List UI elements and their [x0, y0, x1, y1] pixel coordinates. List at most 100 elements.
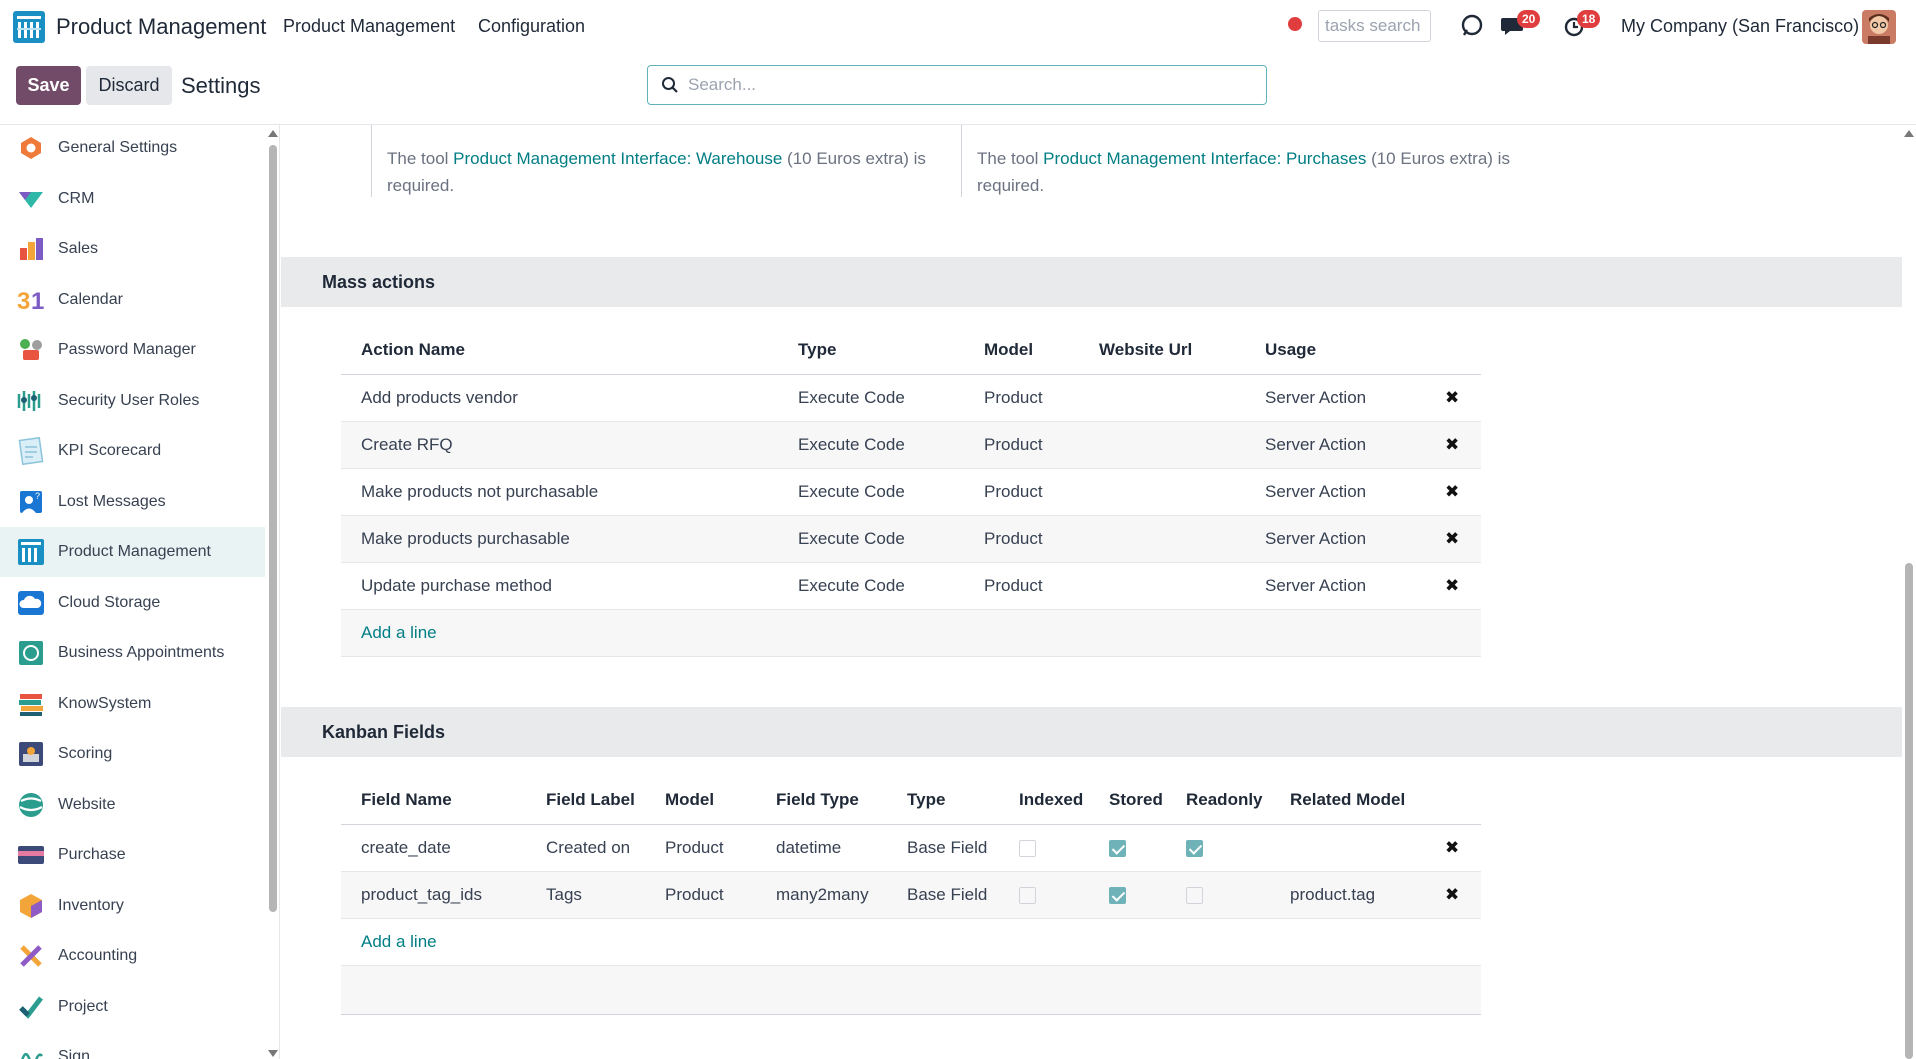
- action-name-cell[interactable]: Make products not purchasable: [341, 468, 778, 516]
- sidebar-item-security-user-roles[interactable]: Security User Roles: [0, 376, 265, 426]
- action-name-cell[interactable]: Update purchase method: [341, 562, 778, 610]
- field-label-cell[interactable]: Created on: [526, 824, 645, 872]
- action-model-cell[interactable]: Product: [964, 562, 1079, 610]
- action-type-cell[interactable]: Execute Code: [778, 562, 964, 610]
- sidebar-item-calendar[interactable]: 3 1 Calendar: [0, 275, 265, 325]
- sidebar-item-cloud-storage[interactable]: Cloud Storage: [0, 578, 265, 628]
- delete-row-icon[interactable]: ✖: [1445, 529, 1459, 548]
- sidebar-item-kpi-scorecard[interactable]: KPI Scorecard: [0, 426, 265, 476]
- action-model-cell[interactable]: Product: [964, 515, 1079, 563]
- stored-checkbox[interactable]: [1109, 886, 1126, 904]
- scroll-down-arrow-icon[interactable]: [268, 1050, 278, 1057]
- company-switcher[interactable]: My Company (San Francisco): [1621, 16, 1859, 37]
- scroll-up-arrow-icon[interactable]: [268, 130, 278, 137]
- add-line-link[interactable]: Add a line: [361, 932, 437, 951]
- usage-cell[interactable]: Server Action: [1245, 515, 1425, 563]
- column-header[interactable]: Type: [778, 326, 964, 375]
- column-header[interactable]: Model: [964, 326, 1079, 375]
- sidebar-item-product-management[interactable]: Product Management: [0, 527, 265, 577]
- table-row[interactable]: Update purchase method Execute Code Produc…: [341, 562, 1481, 610]
- indexed-checkbox[interactable]: [1019, 839, 1036, 857]
- usage-cell[interactable]: Server Action: [1245, 468, 1425, 516]
- field-name-cell[interactable]: create_date: [341, 824, 526, 872]
- website-url-cell[interactable]: [1079, 468, 1245, 516]
- table-row[interactable]: create_date Created on Product datetime Base…: [341, 824, 1481, 872]
- stored-checkbox[interactable]: [1109, 839, 1126, 857]
- action-type-cell[interactable]: Execute Code: [778, 515, 964, 563]
- save-button[interactable]: Save: [16, 66, 81, 105]
- search-input[interactable]: [688, 72, 1248, 98]
- sidebar-item-project[interactable]: Project: [0, 982, 265, 1032]
- sidebar-scroll-thumb[interactable]: [269, 145, 277, 912]
- scroll-up-arrow-icon[interactable]: [1904, 130, 1914, 137]
- product-management-app-icon[interactable]: [12, 10, 46, 44]
- action-model-cell[interactable]: Product: [964, 374, 1079, 422]
- action-type-cell[interactable]: Execute Code: [778, 468, 964, 516]
- add-line-link[interactable]: Add a line: [361, 623, 437, 642]
- purchases-interface-link[interactable]: Product Management Interface: Purchases: [1043, 149, 1366, 168]
- column-header[interactable]: Field Name: [341, 776, 526, 825]
- action-model-cell[interactable]: Product: [964, 421, 1079, 469]
- sidebar-item-lost-messages[interactable]: ? Lost Messages: [0, 477, 265, 527]
- usage-cell[interactable]: Server Action: [1245, 421, 1425, 469]
- sidebar-item-password-manager[interactable]: Password Manager: [0, 325, 265, 375]
- sidebar-item-general-settings[interactable]: General Settings: [0, 125, 265, 173]
- action-name-cell[interactable]: Add products vendor: [341, 374, 778, 422]
- column-header[interactable]: Field Label: [526, 776, 645, 825]
- related-model-cell[interactable]: product.tag: [1270, 871, 1425, 919]
- column-header[interactable]: Website Url: [1079, 326, 1245, 375]
- sidebar-item-purchase[interactable]: Purchase: [0, 830, 265, 880]
- delete-row-icon[interactable]: ✖: [1445, 885, 1459, 904]
- column-header[interactable]: Type: [887, 776, 999, 825]
- sidebar-item-sign[interactable]: Sign: [0, 1032, 265, 1059]
- usage-cell[interactable]: Server Action: [1245, 374, 1425, 422]
- table-row[interactable]: Make products not purchasable Execute Cod…: [341, 468, 1481, 516]
- readonly-checkbox[interactable]: [1186, 886, 1203, 904]
- field-type-cell[interactable]: datetime: [756, 824, 887, 872]
- column-header[interactable]: Indexed: [999, 776, 1089, 825]
- action-model-cell[interactable]: Product: [964, 468, 1079, 516]
- related-model-cell[interactable]: [1270, 824, 1425, 872]
- website-url-cell[interactable]: [1079, 562, 1245, 610]
- type-cell[interactable]: Base Field: [887, 871, 999, 919]
- usage-cell[interactable]: Server Action: [1245, 562, 1425, 610]
- website-url-cell[interactable]: [1079, 515, 1245, 563]
- sidebar-item-website[interactable]: Website: [0, 780, 265, 830]
- action-type-cell[interactable]: Execute Code: [778, 421, 964, 469]
- table-row[interactable]: Add products vendor Execute Code Product Se…: [341, 374, 1481, 422]
- menu-product-management[interactable]: Product Management: [283, 16, 455, 37]
- action-name-cell[interactable]: Create RFQ: [341, 421, 778, 469]
- discard-button[interactable]: Discard: [86, 66, 172, 105]
- field-label-cell[interactable]: Tags: [526, 871, 645, 919]
- column-header[interactable]: Usage: [1245, 326, 1425, 375]
- column-header[interactable]: Readonly: [1166, 776, 1270, 825]
- column-header[interactable]: Model: [645, 776, 756, 825]
- column-header[interactable]: Stored: [1089, 776, 1166, 825]
- user-avatar[interactable]: [1862, 10, 1896, 44]
- sidebar-item-inventory[interactable]: Inventory: [0, 881, 265, 931]
- sidebar-item-accounting[interactable]: Accounting: [0, 931, 265, 981]
- content-scroll-thumb[interactable]: [1905, 563, 1913, 1059]
- column-header[interactable]: Action Name: [341, 326, 778, 375]
- settings-search[interactable]: [647, 65, 1267, 105]
- column-header[interactable]: Related Model: [1270, 776, 1425, 825]
- delete-row-icon[interactable]: ✖: [1445, 838, 1459, 857]
- sidebar-item-sales[interactable]: Sales: [0, 224, 265, 274]
- action-type-cell[interactable]: Execute Code: [778, 374, 964, 422]
- type-cell[interactable]: Base Field: [887, 824, 999, 872]
- delete-row-icon[interactable]: ✖: [1445, 482, 1459, 501]
- website-url-cell[interactable]: [1079, 374, 1245, 422]
- menu-configuration[interactable]: Configuration: [478, 16, 585, 37]
- table-row[interactable]: Create RFQ Execute Code Product Server Acti…: [341, 421, 1481, 469]
- warehouse-interface-link[interactable]: Product Management Interface: Warehouse: [453, 149, 782, 168]
- sidebar-item-knowsystem[interactable]: KnowSystem: [0, 679, 265, 729]
- action-name-cell[interactable]: Make products purchasable: [341, 515, 778, 563]
- sidebar-item-business-appointments[interactable]: Business Appointments: [0, 628, 265, 678]
- sidebar-item-scoring[interactable]: Scoring: [0, 729, 265, 779]
- recording-indicator-icon[interactable]: [1288, 17, 1302, 31]
- delete-row-icon[interactable]: ✖: [1445, 576, 1459, 595]
- table-row[interactable]: Make products purchasable Execute Code Pro…: [341, 515, 1481, 563]
- delete-row-icon[interactable]: ✖: [1445, 388, 1459, 407]
- delete-row-icon[interactable]: ✖: [1445, 435, 1459, 454]
- sidebar-scrollbar[interactable]: [266, 125, 279, 1059]
